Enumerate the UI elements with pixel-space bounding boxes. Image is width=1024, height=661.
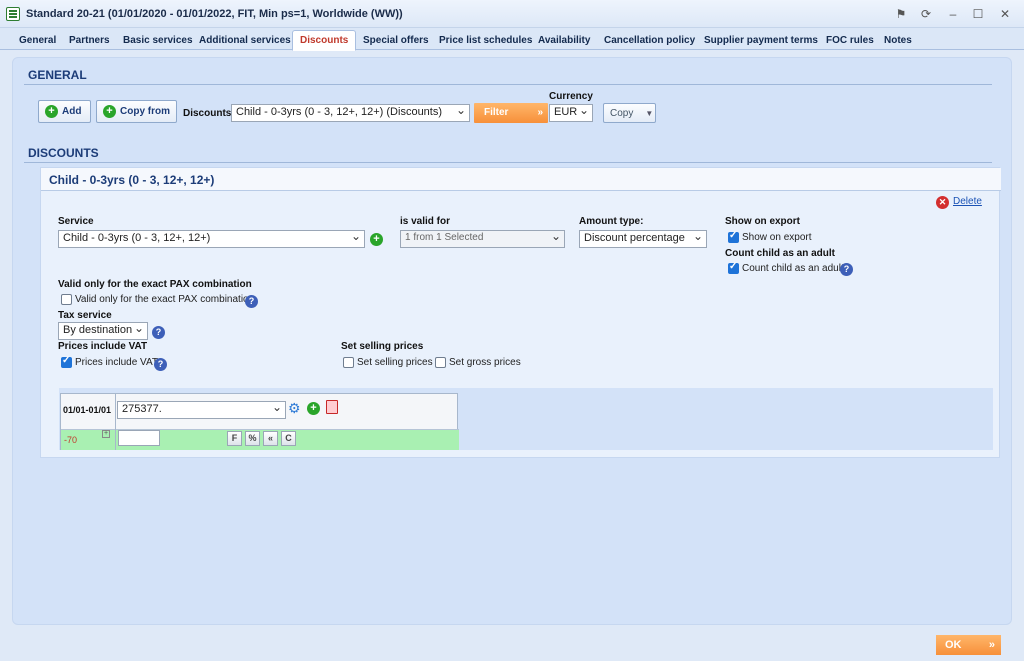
prices-vat-checkbox-label: Prices include VAT (75, 357, 158, 368)
add-service-icon[interactable]: + (370, 233, 383, 246)
count-child-checkbox-label: Count child as an adult (742, 263, 844, 274)
set-gross-checkbox[interactable] (435, 357, 446, 368)
expand-icon[interactable]: + (102, 430, 110, 438)
currency-select[interactable]: EUR (549, 104, 593, 122)
delete-icon[interactable]: ✕ (936, 196, 949, 209)
tab-basic-services[interactable]: Basic services (116, 31, 200, 50)
tab-discounts[interactable]: Discounts (292, 30, 357, 51)
set-selling-label: Set selling prices (341, 341, 424, 352)
double-chevron-icon: » (537, 107, 543, 118)
count-child-help-icon[interactable]: ? (840, 263, 853, 276)
grid-divider (115, 393, 116, 450)
copy-button[interactable]: Copy ▼ (603, 103, 656, 123)
double-chevron-icon: » (988, 639, 995, 651)
prices-vat-label: Prices include VAT (58, 341, 148, 352)
exact-pax-checkbox-label: Valid only for the exact PAX combination (75, 294, 255, 305)
copy-from-button[interactable]: + Copy from (96, 100, 177, 123)
discount-panel-title: Child - 0-3yrs (0 - 3, 12+, 12+) (49, 173, 215, 187)
currency-label: Currency (549, 91, 593, 102)
percent-button[interactable]: % (245, 431, 260, 446)
exact-pax-checkbox[interactable] (61, 294, 72, 305)
tab-foc-rules[interactable]: FOC rules (819, 31, 881, 50)
valid-for-label: is valid for (400, 216, 451, 227)
valid-for-select[interactable]: 1 from 1 Selected (400, 230, 565, 248)
filter-button[interactable]: Filter » (474, 103, 548, 123)
add-button-label: Add (62, 106, 82, 117)
count-child-label: Count child as an adult (725, 248, 836, 259)
ok-label: OK (945, 639, 962, 651)
period-label: 01/01-01/01 (63, 405, 112, 415)
tab-price-list-schedules[interactable]: Price list schedules (432, 31, 539, 50)
clear-button[interactable]: C (281, 431, 296, 446)
tab-notes[interactable]: Notes (877, 31, 919, 50)
discounts-section-title: DISCOUNTS (28, 146, 99, 160)
set-selling-checkbox[interactable] (343, 357, 354, 368)
set-selling-checkbox-label: Set selling prices (357, 357, 433, 368)
copy-from-label: Copy from (120, 106, 170, 117)
settings-gear-icon[interactable]: ⚙ (288, 400, 301, 417)
tab-supplier-payment-terms[interactable]: Supplier payment terms (697, 31, 825, 50)
back-button[interactable]: « (263, 431, 278, 446)
refresh-icon[interactable]: ⟳ (917, 5, 935, 23)
tab-bar: General Partners Basic services Addition… (0, 28, 1024, 51)
general-divider (24, 84, 992, 85)
close-icon[interactable]: ✕ (996, 5, 1014, 23)
discounts-divider (24, 162, 992, 163)
prices-vat-help-icon[interactable]: ? (154, 358, 167, 371)
amount-type-label: Amount type: (579, 216, 644, 227)
tab-cancellation-policy[interactable]: Cancellation policy (597, 31, 702, 50)
service-select[interactable]: Child - 0-3yrs (0 - 3, 12+, 12+) (58, 230, 365, 248)
plus-icon: + (103, 105, 116, 118)
dropdown-arrow-icon: ▼ (645, 108, 654, 118)
prices-vat-checkbox[interactable] (61, 355, 72, 368)
maximize-icon[interactable]: ☐ (969, 5, 987, 23)
row-value: -70 (64, 435, 78, 445)
discounts-select-label: Discounts (183, 108, 232, 119)
count-child-checkbox[interactable] (728, 261, 739, 274)
tab-general[interactable]: General (12, 31, 63, 50)
copy-price-icon[interactable] (326, 400, 338, 414)
add-price-icon[interactable]: + (307, 402, 320, 415)
show-on-export-checkbox[interactable] (728, 230, 739, 243)
tab-availability[interactable]: Availability (531, 31, 597, 50)
price-select[interactable]: 275377. (117, 401, 286, 419)
discounts-select[interactable]: Child - 0-3yrs (0 - 3, 12+, 12+) (Discou… (231, 104, 470, 122)
tax-service-select[interactable]: By destination (58, 322, 148, 340)
copy-button-label: Copy (610, 107, 634, 119)
exact-pax-help-icon[interactable]: ? (245, 295, 258, 308)
ok-button[interactable]: OK » (936, 635, 1001, 655)
window-app-icon (6, 7, 20, 21)
tab-special-offers[interactable]: Special offers (356, 31, 436, 50)
exact-pax-label: Valid only for the exact PAX combination (58, 279, 252, 290)
add-button[interactable]: + Add (38, 100, 91, 123)
service-label: Service (58, 216, 94, 227)
show-on-export-checkbox-label: Show on export (742, 232, 812, 243)
amount-type-select[interactable]: Discount percentage (579, 230, 707, 248)
plus-icon: + (45, 105, 58, 118)
window-title: Standard 20-21 (01/01/2020 - 01/01/2022,… (26, 8, 403, 20)
set-gross-checkbox-label: Set gross prices (449, 357, 521, 368)
tab-partners[interactable]: Partners (62, 31, 117, 50)
row-input[interactable] (118, 430, 160, 446)
tab-additional-services[interactable]: Additional services (192, 31, 298, 50)
delete-link[interactable]: Delete (953, 196, 982, 207)
tax-service-label: Tax service (58, 310, 112, 321)
filter-label: Filter (484, 107, 509, 118)
minimize-icon[interactable]: – (944, 5, 962, 23)
window-titlebar: Standard 20-21 (01/01/2020 - 01/01/2022,… (0, 0, 1024, 28)
pin-icon[interactable]: ⚑ (892, 5, 910, 23)
show-on-export-label: Show on export (725, 216, 800, 227)
fixed-button[interactable]: F (227, 431, 242, 446)
tax-service-help-icon[interactable]: ? (152, 326, 165, 339)
general-section-title: GENERAL (28, 68, 87, 82)
